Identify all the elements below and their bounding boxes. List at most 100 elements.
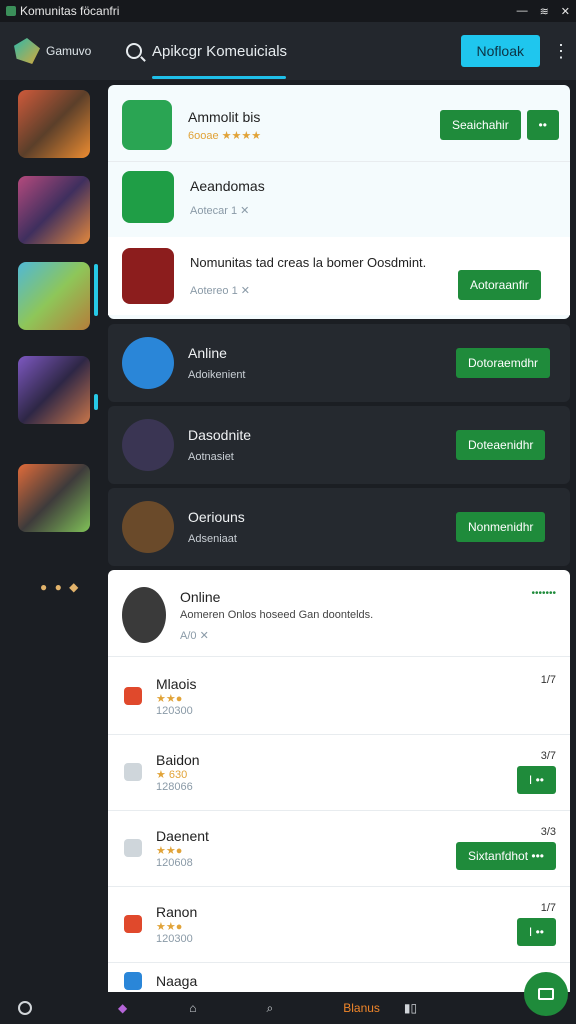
- list-rating: ★★●: [156, 692, 183, 705]
- dark-list-item-2[interactable]: Dasodnite Aotnasiet Doteaenidhr: [108, 406, 570, 484]
- dark-item-subtitle: Adseniaat: [188, 533, 237, 545]
- brand[interactable]: Gamuvo: [0, 38, 106, 64]
- search-icon: [126, 43, 142, 59]
- list-number: 1/7: [540, 674, 556, 686]
- divider: [108, 161, 570, 162]
- list-rating: ★★●: [156, 920, 183, 933]
- rail-thumbnail-5[interactable]: [18, 464, 90, 532]
- divider: [108, 656, 570, 657]
- dark-list-item-3[interactable]: Oeriouns Adseniaat Nonmenidhr: [108, 488, 570, 566]
- minimize-icon[interactable]: —: [517, 5, 528, 17]
- featured-action-button[interactable]: Aotoraanfir: [458, 270, 541, 300]
- profile-row[interactable]: Online Aomeren Onlos hoseed Gan doonteld…: [108, 580, 570, 650]
- list-number: 3/3: [540, 826, 556, 838]
- primary-header-button[interactable]: Nofloak: [460, 35, 540, 67]
- dark-row: Dasodnite Aotnasiet Doteaenidhr: [108, 414, 570, 476]
- featured-item-3[interactable]: Nomunitas tad creas la bomer Oosdmint. A…: [108, 237, 570, 315]
- rail-selection-indicator: [94, 264, 98, 316]
- list-number: 3/7: [540, 750, 556, 762]
- brand-name: Gamuvo: [46, 44, 92, 58]
- rail-thumbnail-2[interactable]: [18, 176, 90, 244]
- list-name: Mlaois: [156, 675, 197, 692]
- list-badge: [124, 915, 142, 933]
- active-tab-underline: [152, 76, 286, 79]
- list-action-button[interactable]: Sixtanfdhot •••: [456, 842, 556, 870]
- profile-avatar: [122, 587, 166, 643]
- featured-title: Nomunitas tad creas la bomer Oosdmint.: [190, 255, 427, 270]
- dark-item-title: Dasodnite: [188, 427, 252, 443]
- dark-item-button[interactable]: Doteaenidhr: [456, 430, 546, 460]
- bottom-nav: ◆ ⌂ ⌕ Blanus ▮▯: [0, 992, 576, 1024]
- list-name: Baidon: [156, 751, 200, 768]
- list-action-button[interactable]: I ••: [516, 918, 556, 946]
- list-row-5[interactable]: Naaga: [108, 966, 570, 992]
- rail-pagination-dots: ● ● ◆: [40, 580, 81, 594]
- app-character-icon: [122, 419, 174, 471]
- featured-more-button[interactable]: ••: [526, 110, 559, 140]
- top-header: Gamuvo Apikcgr Komeuicials Nofloak ⋮: [0, 22, 576, 80]
- list-row-1[interactable]: Mlaois ★★● 120300 1/7: [108, 662, 570, 730]
- featured-item-1[interactable]: Ammolit bis 6ooae ★★★★ Seaichahir ••: [108, 93, 570, 157]
- list-rating: ★ 630: [156, 768, 188, 781]
- list-row-3[interactable]: Daenent ★★● 120608 3/3 Sixtanfdhot •••: [108, 814, 570, 882]
- list-count: 120608: [156, 856, 193, 869]
- info-icon[interactable]: [18, 1001, 32, 1015]
- left-rail: ● ● ◆: [0, 80, 106, 992]
- list-row-2[interactable]: Baidon ★ 630 128066 3/7 I ••: [108, 738, 570, 806]
- dark-item-button[interactable]: Nonmenidhr: [456, 512, 546, 542]
- list-count: 128066: [156, 780, 193, 793]
- list-action-button[interactable]: I ••: [516, 766, 556, 794]
- featured-title: Ammolit bis: [188, 108, 261, 125]
- rail-thumbnail-4[interactable]: [18, 356, 90, 424]
- dark-item-button[interactable]: Dotoraemdhr: [456, 348, 551, 378]
- chat-icon: [538, 988, 554, 1000]
- list-badge: [124, 839, 142, 857]
- list-count: 120300: [156, 704, 193, 717]
- dark-list-item-1[interactable]: Anline Adoikenient Dotoraemdhr: [108, 324, 570, 402]
- dark-item-subtitle: Aotnasiet: [188, 451, 234, 463]
- profile-more-icon[interactable]: •••••••: [531, 588, 556, 599]
- app-smile-icon: [122, 171, 174, 223]
- app-icon: [6, 6, 16, 16]
- floating-action-button[interactable]: [524, 972, 568, 1016]
- featured-card: Ammolit bis 6ooae ★★★★ Seaichahir •• Aea…: [108, 85, 570, 319]
- more-icon[interactable]: ⋮: [552, 41, 570, 62]
- list-number: 1/7: [540, 902, 556, 914]
- divider: [108, 962, 570, 963]
- divider: [108, 810, 570, 811]
- nav-tab[interactable]: Blanus: [343, 1001, 380, 1015]
- dark-item-title: Anline: [188, 345, 227, 361]
- wifi-icon: ≋: [539, 5, 549, 18]
- list-rating: ★★●: [156, 844, 183, 857]
- search-text: Apikcgr Komeuicials: [152, 42, 288, 60]
- title-bar: Komunitas föcanfri — ≋ ✕: [0, 0, 576, 22]
- app-warrior-icon: [122, 501, 174, 553]
- dark-row: Oeriouns Adseniaat Nonmenidhr: [108, 496, 570, 558]
- featured-meta: Aotecar 1 ✕: [190, 204, 250, 217]
- rail-thumbnail-3[interactable]: [18, 262, 90, 330]
- list-badge: [124, 972, 142, 990]
- window-title: Komunitas föcanfri: [20, 4, 120, 18]
- list-count: 120300: [156, 932, 193, 945]
- app-leaf-icon: [122, 100, 172, 150]
- search-tab[interactable]: Apikcgr Komeuicials: [126, 23, 426, 79]
- list-badge: [124, 763, 142, 781]
- dark-row: Anline Adoikenient Dotoraemdhr: [108, 332, 570, 394]
- store-icon[interactable]: ◆: [118, 1001, 127, 1015]
- close-icon[interactable]: ✕: [561, 5, 570, 18]
- featured-item-2[interactable]: Aeandomas Aotecar 1 ✕: [108, 167, 570, 227]
- featured-title: Aeandomas: [190, 177, 265, 194]
- featured-action-button[interactable]: Seaichahir: [440, 110, 521, 140]
- rail-thumbnail-1[interactable]: [18, 90, 90, 158]
- list-name: Daenent: [156, 827, 209, 844]
- dark-item-title: Oeriouns: [188, 509, 245, 525]
- list-row-4[interactable]: Ranon ★★● 120300 1/7 I ••: [108, 890, 570, 958]
- list-badge: [124, 687, 142, 705]
- home-icon[interactable]: ⌂: [189, 1001, 196, 1015]
- brand-logo-icon: [14, 38, 40, 64]
- profile-description: Aomeren Onlos hoseed Gan doontelds.: [180, 608, 374, 621]
- search-nav-icon[interactable]: ⌕: [266, 1001, 273, 1016]
- main-content: Ammolit bis 6ooae ★★★★ Seaichahir •• Aea…: [108, 80, 572, 992]
- library-icon[interactable]: ▮▯: [404, 1001, 417, 1015]
- app-shield-icon: [122, 337, 174, 389]
